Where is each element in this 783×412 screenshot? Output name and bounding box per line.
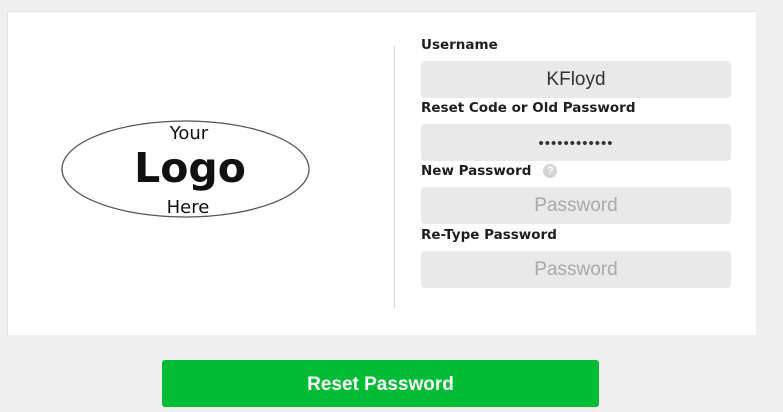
reset-code-label-text: Reset Code or Old Password xyxy=(421,100,636,116)
retype-password-label: Re-Type Password xyxy=(421,227,557,243)
company-logo: Your Logo Here xyxy=(61,120,310,218)
username-label-text: Username xyxy=(421,37,498,53)
username-label: Username xyxy=(421,37,498,53)
logo-line-here: Here xyxy=(167,197,210,218)
reset-code-masked-value: •••••••••••• xyxy=(538,135,614,152)
logo-placeholder-icon: Your Logo Here xyxy=(61,120,310,218)
logo-line-logo: Logo xyxy=(134,144,246,192)
vertical-divider xyxy=(394,46,395,308)
reset-password-button[interactable]: Reset Password xyxy=(162,360,599,407)
logo-line-your: Your xyxy=(169,123,209,144)
new-password-label-text: New Password xyxy=(421,163,532,179)
help-icon[interactable]: ? xyxy=(543,164,558,178)
username-input[interactable] xyxy=(421,61,731,98)
reset-code-input[interactable]: •••••••••••• xyxy=(421,124,731,161)
new-password-label: New Password ? xyxy=(421,163,558,179)
new-password-input[interactable] xyxy=(421,187,731,224)
retype-password-label-text: Re-Type Password xyxy=(421,227,557,243)
retype-password-input[interactable] xyxy=(421,251,731,288)
reset-code-label: Reset Code or Old Password xyxy=(421,100,635,116)
